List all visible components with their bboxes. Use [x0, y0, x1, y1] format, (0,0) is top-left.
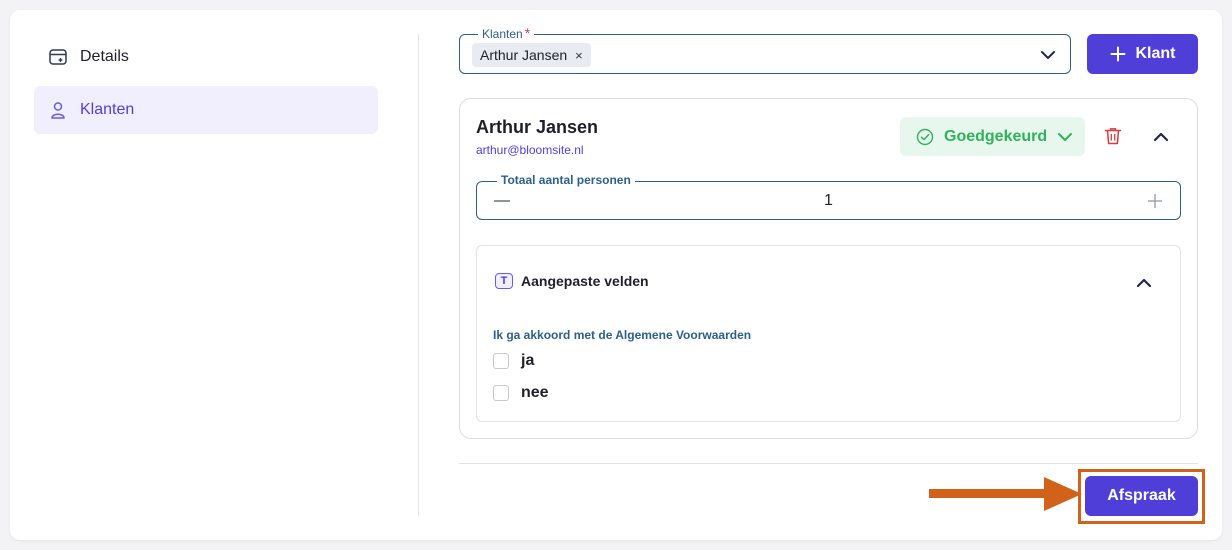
chevron-up-icon[interactable]: [1150, 127, 1172, 147]
persons-field-label: Totaal aantal personen: [497, 173, 635, 187]
sidebar-item-label: Details: [80, 48, 129, 65]
persons-stepper[interactable]: Totaal aantal personen 1: [476, 173, 1181, 220]
terms-question: Ik ga akkoord met de Algemene Voorwaarde…: [493, 328, 752, 342]
user-icon: [48, 100, 68, 120]
persons-value: 1: [824, 192, 833, 209]
chevron-down-icon[interactable]: [1040, 47, 1056, 68]
sidebar-item-label: Klanten: [80, 101, 135, 118]
status-dropdown[interactable]: Goedgekeurd: [900, 117, 1085, 156]
custom-fields-panel: T Aangepaste velden Ik ga akkoord met de…: [476, 245, 1181, 422]
chevron-down-icon: [1057, 129, 1073, 145]
annotation-arrow-head: [1044, 477, 1082, 511]
plus-icon: [1110, 46, 1126, 62]
option-ja[interactable]: ja: [493, 352, 534, 370]
option-nee[interactable]: nee: [493, 384, 549, 402]
add-client-button[interactable]: Klant: [1087, 34, 1198, 74]
sidebar-item-klanten[interactable]: Klanten: [34, 86, 378, 134]
client-card: Arthur Jansen arthur@bloomsite.nl Goedge…: [459, 98, 1198, 439]
checkbox[interactable]: [493, 353, 509, 369]
client-chip: Arthur Jansen ×: [472, 43, 591, 67]
trash-icon[interactable]: [1102, 125, 1124, 147]
submit-appointment-button[interactable]: Afspraak: [1085, 476, 1198, 516]
clients-field-label: Klanten *: [478, 26, 535, 41]
check-circle-icon: [916, 128, 934, 146]
vertical-divider: [418, 34, 419, 516]
clients-select[interactable]: Klanten * Arthur Jansen ×: [459, 26, 1071, 74]
custom-fields-header[interactable]: T Aangepaste velden: [495, 273, 649, 289]
sidebar-item-details[interactable]: Details: [34, 33, 378, 81]
status-label: Goedgekeurd: [944, 127, 1048, 145]
plus-icon[interactable]: [1146, 192, 1164, 215]
annotation-arrow: [929, 489, 1054, 498]
calendar-add-icon: [48, 47, 68, 67]
main-card: Details Klanten Klanten * Arthur Jansen ×…: [10, 10, 1222, 540]
chevron-up-icon[interactable]: [1133, 273, 1155, 293]
client-name: Arthur Jansen: [476, 117, 599, 137]
chip-remove-icon[interactable]: ×: [575, 48, 583, 63]
text-field-icon: T: [495, 273, 513, 289]
checkbox[interactable]: [493, 385, 509, 401]
horizontal-divider: [459, 463, 1198, 464]
client-email[interactable]: arthur@bloomsite.nl: [476, 143, 584, 157]
